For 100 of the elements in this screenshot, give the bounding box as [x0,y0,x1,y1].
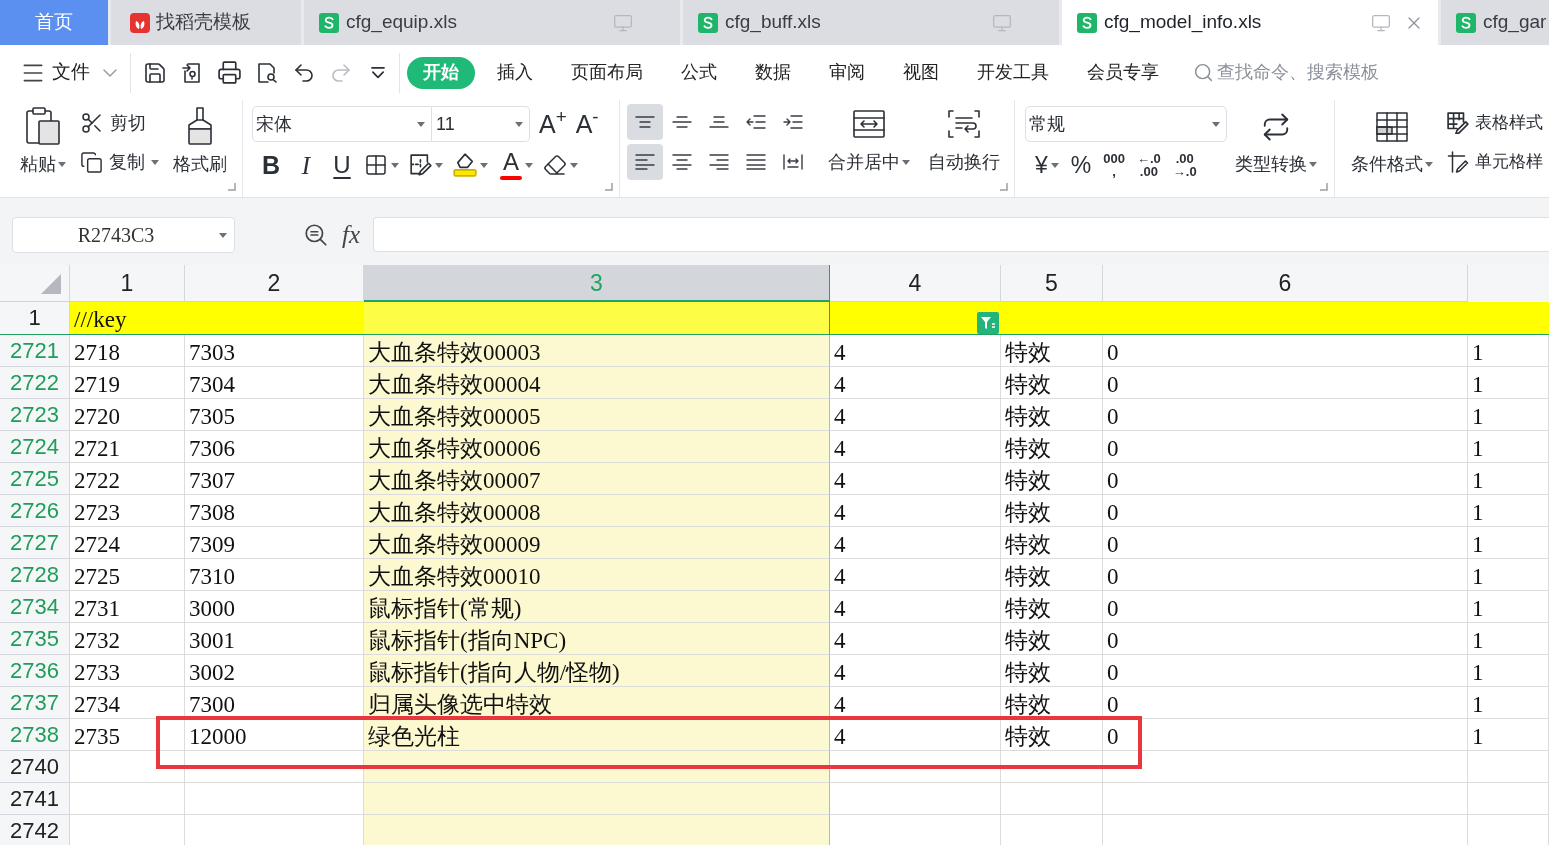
customize-icon[interactable] [371,66,385,79]
table-cell: 0 [1103,367,1468,399]
align-left-button[interactable] [627,144,663,180]
borders-button[interactable] [364,153,399,177]
table-cell: 4 [830,719,1001,751]
ribbon-tab[interactable]: 插入 [481,56,549,89]
table-cell: 0 [1103,559,1468,591]
caret-icon [1309,162,1317,167]
search-field[interactable]: 查找命令、搜索模板 [1217,57,1397,88]
table-cell: 4 [830,623,1001,655]
table-cell: 1 [1468,367,1549,399]
font-size-select[interactable]: 11 [432,106,530,142]
grow-font-button[interactable]: A$^{+}$ [539,111,567,137]
table-cell: 绿色光柱 [364,719,830,751]
table-cell: 3001 [185,623,364,655]
paste-button[interactable]: 粘贴 [17,106,69,191]
italic-button[interactable]: I [298,152,314,178]
cell-style-button[interactable]: 单元格样 [1447,148,1543,176]
table-cell: 1 [1468,335,1549,367]
font-color-button[interactable]: A [500,150,533,180]
cut-button[interactable]: 剪切 [80,109,160,137]
shrink-font-button[interactable]: A$^{-}$ [575,111,599,137]
ribbon-tab[interactable]: 公式 [665,56,733,89]
caret-icon [151,159,160,165]
table-cell: 特效 [1001,559,1103,591]
table-cell: 大血条特效00004 [364,367,830,399]
table-cell: 0 [1103,655,1468,687]
font-family-select[interactable]: 宋体 [252,106,432,142]
type-convert-button[interactable]: 类型转换 [1233,106,1319,191]
table-cell: 0 [1103,527,1468,559]
file-menu-button[interactable]: 文件 [20,54,117,91]
print-icon[interactable] [217,60,242,85]
align-top-button[interactable] [627,104,663,140]
print-preview-icon[interactable] [255,60,279,85]
file-tab[interactable]: cfg_buff.xls [683,0,1059,45]
table-cell: 特效 [1001,431,1103,463]
filter-icon[interactable] [977,312,999,334]
table-cell: 特效 [1001,335,1103,367]
caret-icon [570,162,578,168]
wrap-text-button[interactable]: 自动换行 [927,104,1000,191]
table-cell: 4 [830,431,1001,463]
row-header[interactable]: 1 [0,302,70,334]
merge-center-button[interactable]: 合并居中 [828,104,911,191]
table-cell: 7308 [185,495,364,527]
ribbon-tab[interactable]: 页面布局 [555,56,659,89]
table-cell: 1 [1468,527,1549,559]
leaf-logo-icon [130,12,150,33]
format-painter-button[interactable]: 格式刷 [171,106,228,191]
ribbon-tab[interactable]: 数据 [739,56,807,89]
spreadsheet-logo-icon [698,12,718,33]
row-header[interactable]: 2740 [0,751,70,783]
file-tab[interactable]: cfg_gar [1441,0,1549,45]
table-cell: ///key [70,302,364,334]
table-cell: 2734 [70,687,185,719]
ribbon-tab[interactable]: 审阅 [813,56,881,89]
table-cell: 鼠标指针(常规) [364,591,830,623]
table-cell: 0 [1103,591,1468,623]
table-cell: 4 [830,335,1001,367]
highlight-button[interactable] [453,153,488,177]
table-style-button[interactable]: 表格样式 [1447,109,1543,137]
ribbon-tab[interactable]: 会员专享 [1071,56,1175,89]
eraser-icon [543,153,567,177]
bold-button[interactable]: B [260,152,282,178]
caret-icon [1212,121,1220,127]
ribbon-tab[interactable]: 开发工具 [961,56,1065,89]
number-format-select[interactable]: 常规 [1025,106,1227,142]
table-cell: 7310 [185,559,364,591]
copy-button[interactable]: 复制 [80,148,160,176]
clear-format-button[interactable] [543,153,578,177]
file-tab[interactable]: cfg_equip.xls [304,0,680,45]
search-formula-icon[interactable] [303,222,329,248]
underline-button[interactable]: U [332,153,352,177]
template-tab[interactable]: 找稻壳模板 [111,0,301,45]
percent-button[interactable]: % [1070,153,1092,177]
caret-icon [1050,162,1059,168]
table-cell: 特效 [1001,719,1103,751]
align-bottom-icon [709,116,729,128]
thousands-separator-button[interactable]: 000 , [1103,152,1125,178]
increase-decimal-button[interactable]: ←.0 .00 [1136,152,1161,178]
row-header[interactable]: 2741 [0,783,70,815]
row-header[interactable]: 2742 [0,815,70,845]
table-cell: 1 [1468,719,1549,751]
cell-pattern-button[interactable] [410,154,443,176]
ribbon-tab[interactable]: 视图 [887,56,955,89]
table-cell: 0 [1103,431,1468,463]
table-cell: 特效 [1001,655,1103,687]
file-tab[interactable]: cfg_model_info.xls [1062,0,1438,45]
name-box[interactable]: R2743C3 [12,217,235,253]
table-cell: 4 [830,367,1001,399]
save-icon[interactable] [143,60,167,85]
search-icon [1193,62,1214,83]
conditional-format-button[interactable]: 条件格式 [1349,106,1435,191]
table-cell: 鼠标指针(指向NPC) [364,623,830,655]
caret-icon [435,162,443,168]
insert-function-button[interactable]: fx [342,217,361,251]
formula-field[interactable] [373,217,1549,252]
caret-icon [1425,162,1433,167]
currency-button[interactable]: ¥ [1035,153,1059,177]
decrease-decimal-button[interactable]: .00 →.0 [1172,152,1197,178]
table-cell: 特效 [1001,367,1103,399]
